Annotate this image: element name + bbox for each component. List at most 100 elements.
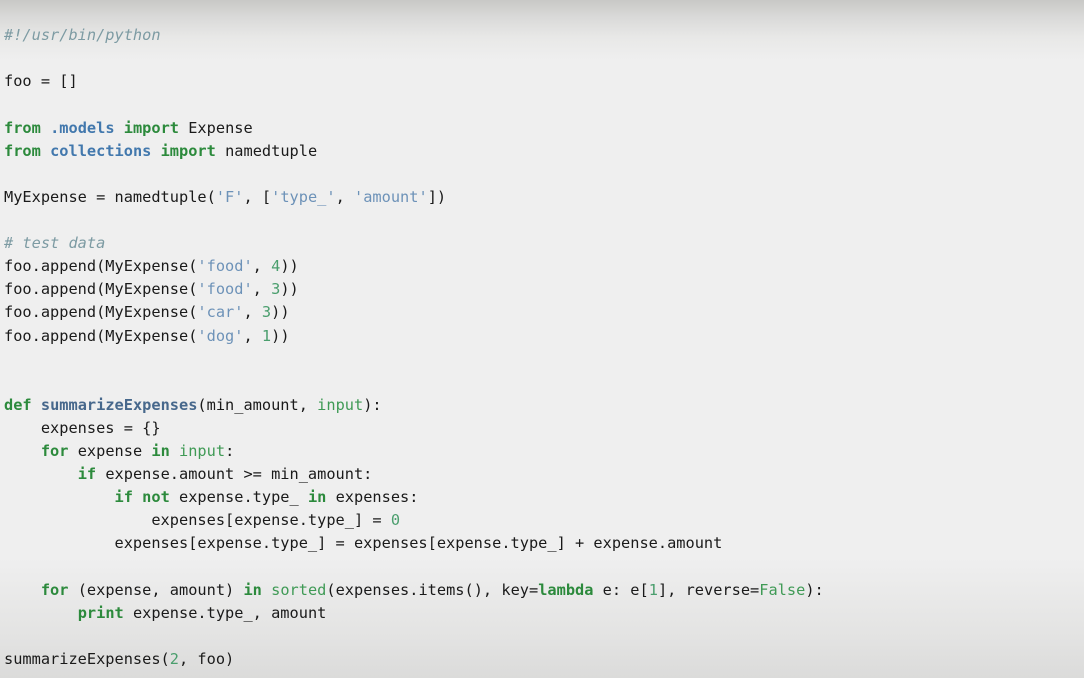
code-token-pl: , (243, 303, 262, 322)
code-line: for expense in input: (4, 440, 1084, 463)
code-line: summarizeExpenses(2, foo) (4, 648, 1084, 671)
code-token-bi: sorted (271, 580, 327, 599)
code-token-kw: from (4, 118, 41, 137)
code-token-pl: , (335, 187, 354, 206)
code-token-kw: import (160, 141, 216, 160)
code-token-pl: (expenses.items(), key= (326, 580, 539, 599)
code-line: expenses = {} (4, 417, 1084, 440)
code-token-nu: 2 (169, 649, 179, 668)
code-token-kw: if (114, 488, 133, 507)
code-token-kw: in (243, 580, 262, 599)
code-screenshot-window: #!/usr/bin/python foo = [] from .models … (0, 0, 1084, 678)
code-token-st: 'dog' (197, 326, 244, 345)
code-token-pl: MyExpense = namedtuple( (4, 187, 216, 206)
code-token-st: 'food' (197, 257, 253, 276)
code-token-pl: expenses[expense.type_] = (4, 511, 391, 530)
code-token-pl: , (243, 326, 262, 345)
code-token-kw: for (40, 441, 69, 460)
code-token-pl: , foo) (179, 649, 235, 668)
python-code-block[interactable]: #!/usr/bin/python foo = [] from .models … (0, 15, 1084, 671)
code-token-pl: , [ (243, 187, 272, 206)
code-token-fn: summarizeExpenses (40, 395, 198, 414)
code-line: foo.append(MyExpense('dog', 1)) (4, 325, 1084, 348)
code-token-kw: for (40, 580, 69, 599)
code-token-pl: expenses[expense.type_] = expenses[expen… (4, 534, 723, 553)
code-token-pl: : (225, 441, 235, 460)
code-token-mod: collections (50, 141, 152, 160)
code-line: if expense.amount >= min_amount: (4, 463, 1084, 486)
code-token-kwn: input (317, 395, 364, 414)
code-token-mod: .models (50, 118, 115, 137)
code-token-kw: in (151, 441, 170, 460)
code-line: foo = [] (4, 70, 1084, 93)
code-line: #!/usr/bin/python (4, 24, 1084, 47)
code-token-nu: 1 (261, 326, 272, 345)
code-token-st: 'food' (197, 280, 253, 299)
code-token-pl: expense.type_ (169, 488, 308, 507)
code-token-pl: foo.append(MyExpense( (4, 257, 198, 276)
code-token-pl: , (252, 280, 272, 299)
code-line: foo.append(MyExpense('car', 3)) (4, 301, 1084, 324)
code-token-nu: 1 (648, 580, 658, 599)
code-token-kwn: input (179, 441, 226, 460)
code-token-pl: foo = [] (4, 72, 78, 91)
code-token-pl: Expense (179, 118, 253, 137)
code-token-pl: e: e[ (593, 580, 649, 599)
code-token-pl: foo.append(MyExpense( (4, 303, 198, 322)
code-token-nu: 3 (271, 280, 281, 299)
code-token-pl: , (252, 257, 272, 276)
code-line: from .models import Expense (4, 117, 1084, 140)
code-token-pl: expense (68, 441, 152, 460)
code-token-pl: ]) (427, 187, 447, 206)
code-token-nu: 4 (271, 257, 281, 276)
code-line: for (expense, amount) in sorted(expenses… (4, 579, 1084, 602)
code-line: expenses[expense.type_] = 0 (4, 509, 1084, 532)
code-token-pl: expense.amount >= min_amount: (96, 465, 373, 484)
code-token-cm: # test data (4, 234, 106, 253)
code-token-kw: not (142, 488, 170, 507)
code-token-nu: 3 (261, 303, 272, 322)
code-token-pl: ], reverse= (657, 580, 760, 599)
code-token-pl: foo.append(MyExpense( (4, 326, 198, 345)
code-line: from collections import namedtuple (4, 140, 1084, 163)
code-token-st: 'amount' (354, 187, 428, 206)
code-token-pl: )) (271, 303, 290, 322)
code-token-kw: from (4, 141, 41, 160)
code-line: def summarizeExpenses(min_amount, input)… (4, 394, 1084, 417)
code-token-pl: namedtuple (215, 141, 318, 160)
code-token-pl: )) (280, 257, 299, 276)
code-token-kw: if (77, 465, 97, 484)
code-token-pl: expenses: (326, 488, 419, 507)
code-token-cm: #!/usr/bin/python (4, 26, 161, 45)
code-token-pl: ): (363, 395, 382, 414)
code-token-pl: ): (805, 580, 824, 599)
code-token-kwn: False (759, 580, 806, 599)
code-token-kw: in (307, 488, 327, 507)
code-token-pl: summarizeExpenses( (4, 649, 170, 668)
code-token-pl: (min_amount, (197, 395, 318, 414)
code-token-pl: )) (280, 280, 299, 299)
code-token-kw: print (77, 603, 124, 622)
code-token-pl: foo.append(MyExpense( (4, 280, 198, 299)
code-line: foo.append(MyExpense('food', 4)) (4, 255, 1084, 278)
code-token-pl: expenses = {} (4, 418, 161, 437)
